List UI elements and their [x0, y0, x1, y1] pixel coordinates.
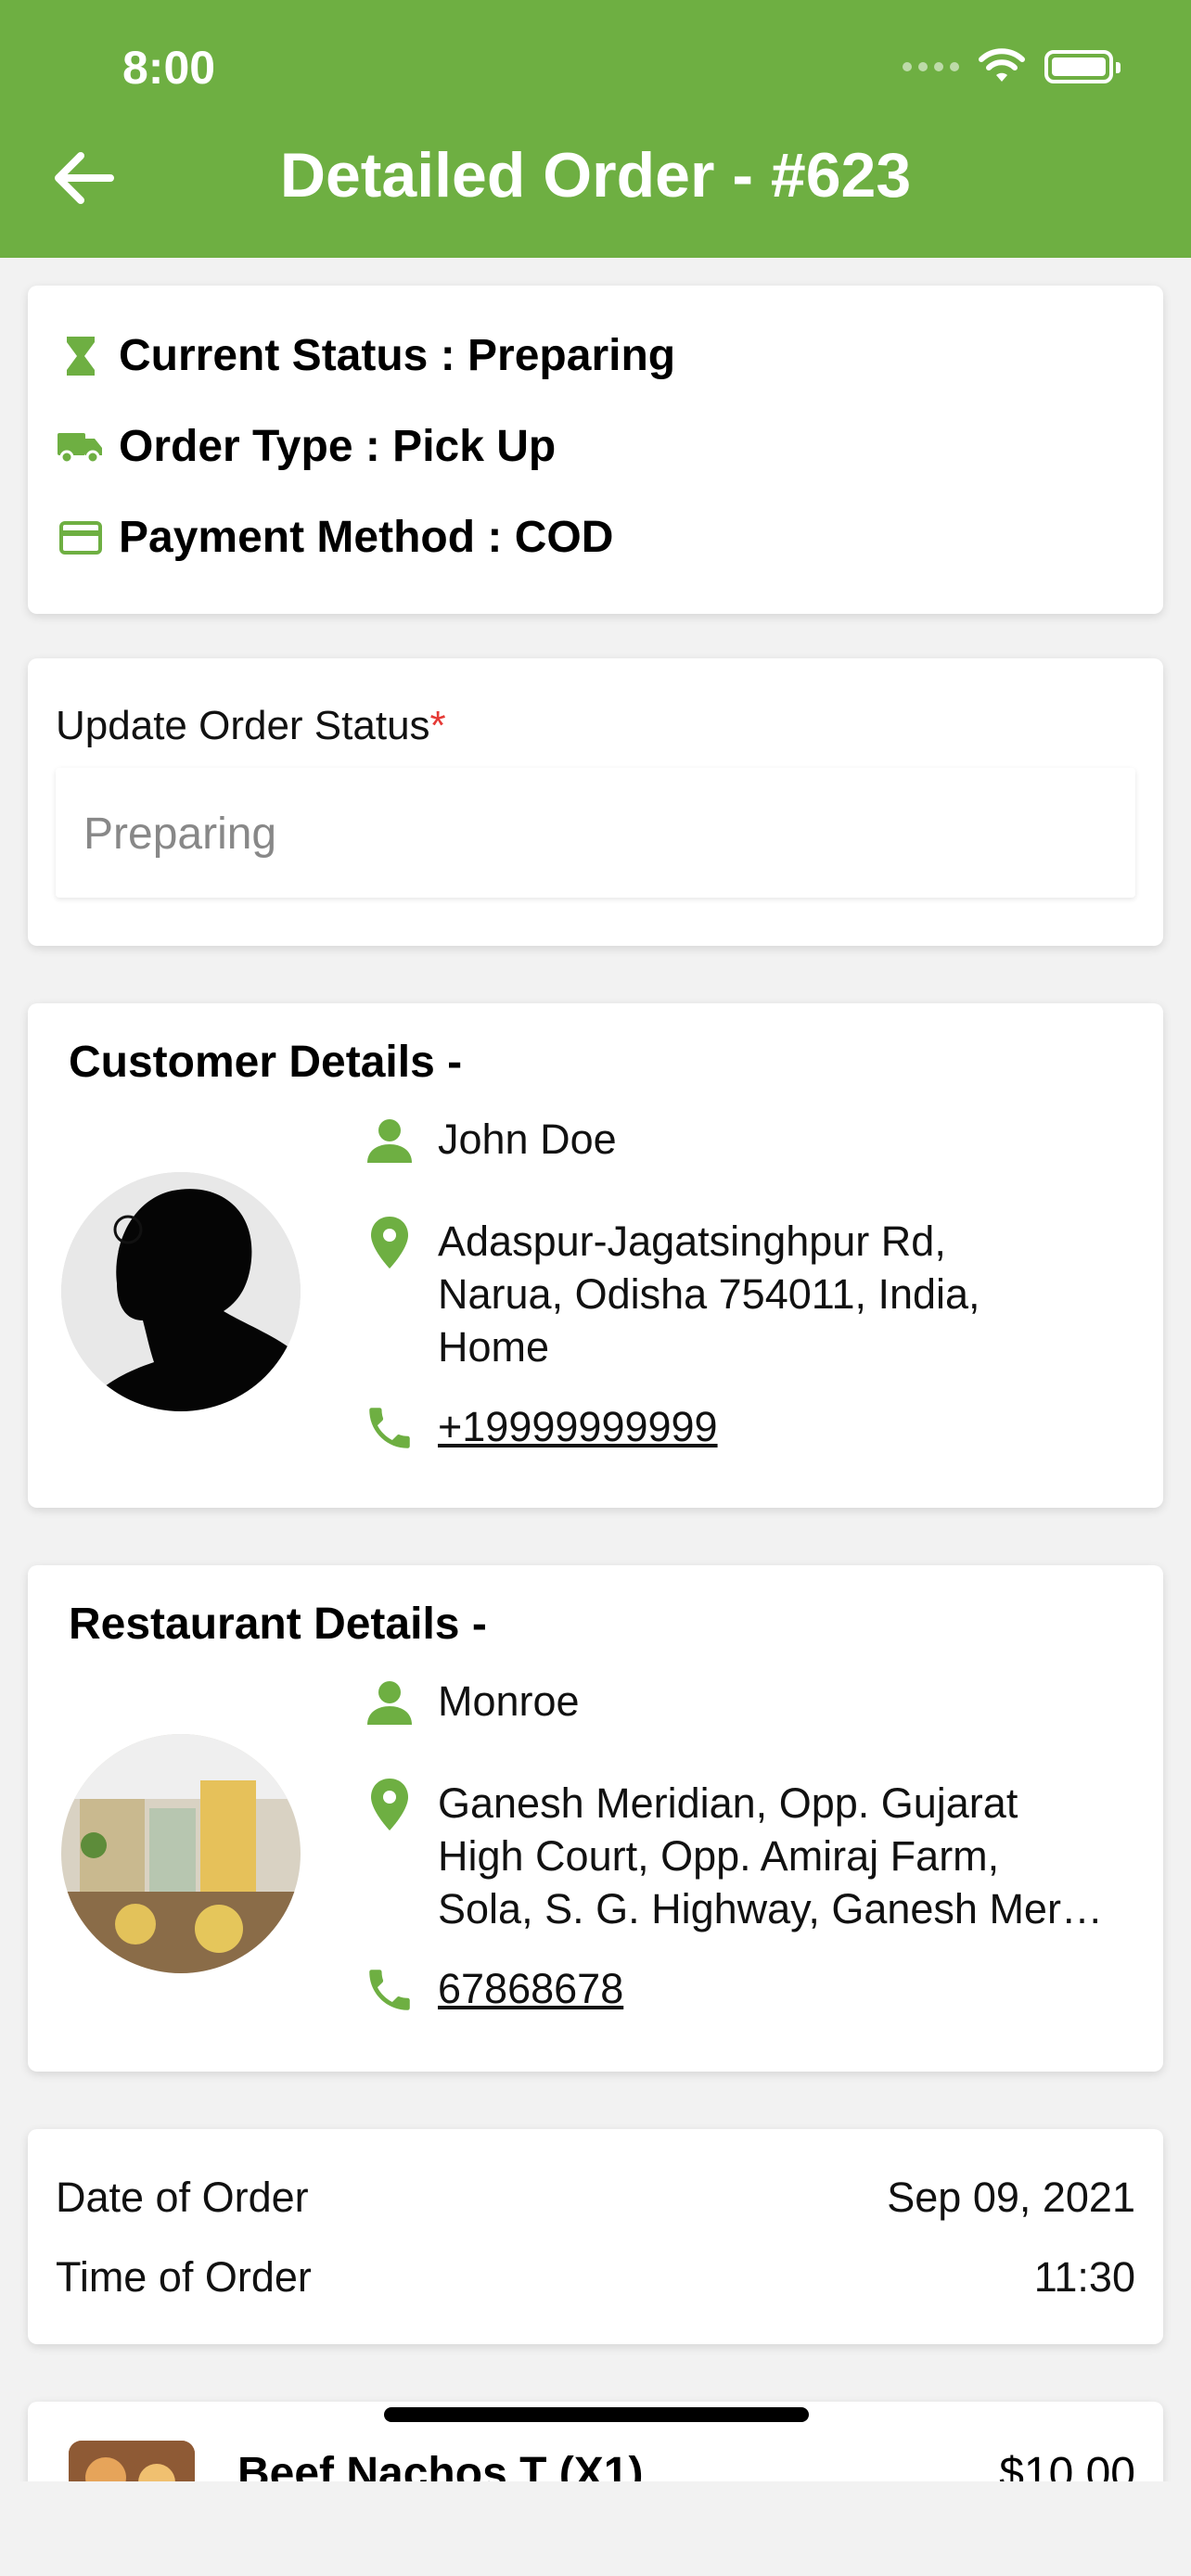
restaurant-details-card: Restaurant Details - Monroe Ganesh Merid…	[28, 1565, 1163, 2072]
truck-icon	[58, 424, 104, 470]
update-status-card: Update Order Status* Preparing	[28, 658, 1163, 946]
time-of-order-value: 11:30	[1033, 2253, 1135, 2301]
restaurant-name-row: Monroe	[352, 1675, 1124, 1730]
required-mark: *	[429, 703, 446, 748]
bottom-safe-area	[0, 2481, 1191, 2576]
order-status-dropdown[interactable]: Preparing	[56, 768, 1135, 898]
payment-method-text: Payment Method : COD	[119, 513, 614, 562]
status-icons	[903, 48, 1121, 85]
battery-icon	[1044, 50, 1121, 83]
person-icon	[352, 1675, 427, 1730]
order-type-text: Order Type : Pick Up	[119, 422, 557, 471]
restaurant-phone-link[interactable]: 67868678	[438, 1962, 1124, 2015]
cellular-signal-icon	[903, 62, 959, 71]
home-indicator[interactable]	[384, 2407, 809, 2422]
time-of-order-row: Time of Order 11:30	[56, 2253, 1135, 2302]
order-summary-card: Current Status : Preparing Order Type : …	[28, 286, 1163, 614]
order-status-value: Preparing	[83, 810, 277, 859]
phone-icon	[352, 1962, 427, 2018]
customer-name-row: John Doe	[352, 1113, 1124, 1168]
date-of-order-label: Date of Order	[56, 2174, 309, 2221]
person-icon	[352, 1113, 427, 1168]
customer-details-title: Customer Details -	[69, 1038, 463, 1087]
page-title: Detailed Order - #623	[279, 140, 912, 210]
current-status-row: Current Status : Preparing	[58, 330, 675, 381]
customer-avatar	[61, 1172, 301, 1411]
payment-method-row: Payment Method : COD	[58, 512, 613, 563]
update-status-label: Update Order Status*	[56, 703, 446, 748]
phone-icon	[352, 1400, 427, 1456]
customer-phone-row: +19999999999	[352, 1400, 1124, 1456]
location-pin-icon	[352, 1777, 427, 1832]
customer-address: Adaspur-Jagatsinghpur Rd, Narua, Odisha …	[438, 1218, 980, 1371]
date-of-order-value: Sep 09, 2021	[887, 2174, 1135, 2221]
location-pin-icon	[352, 1215, 427, 1270]
credit-card-icon	[58, 515, 104, 561]
time-of-order-label: Time of Order	[56, 2253, 312, 2301]
restaurant-address-row: Ganesh Meridian, Opp. Gujarat High Court…	[352, 1777, 1124, 1935]
restaurant-details-title: Restaurant Details -	[69, 1600, 487, 1649]
restaurant-address: Ganesh Meridian, Opp. Gujarat High Court…	[438, 1779, 1103, 1932]
customer-address-row: Adaspur-Jagatsinghpur Rd, Narua, Odisha …	[352, 1215, 1124, 1373]
current-status-text: Current Status : Preparing	[119, 331, 676, 380]
customer-details-card: Customer Details - John Doe Adaspur-Jaga…	[28, 1003, 1163, 1508]
order-type-row: Order Type : Pick Up	[58, 421, 556, 472]
restaurant-name: Monroe	[438, 1677, 580, 1725]
customer-name: John Doe	[438, 1116, 617, 1163]
restaurant-phone-row: 67868678	[352, 1962, 1124, 2018]
order-datetime-card: Date of Order Sep 09, 2021 Time of Order…	[28, 2129, 1163, 2344]
status-time: 8:00	[122, 42, 216, 94]
app-header: 8:00 Detailed Order - #623	[0, 0, 1191, 258]
date-of-order-row: Date of Order Sep 09, 2021	[56, 2174, 1135, 2222]
customer-phone-link[interactable]: +19999999999	[438, 1400, 1124, 1453]
wifi-icon	[979, 48, 1025, 82]
restaurant-image	[61, 1734, 301, 1973]
hourglass-icon	[58, 333, 104, 379]
